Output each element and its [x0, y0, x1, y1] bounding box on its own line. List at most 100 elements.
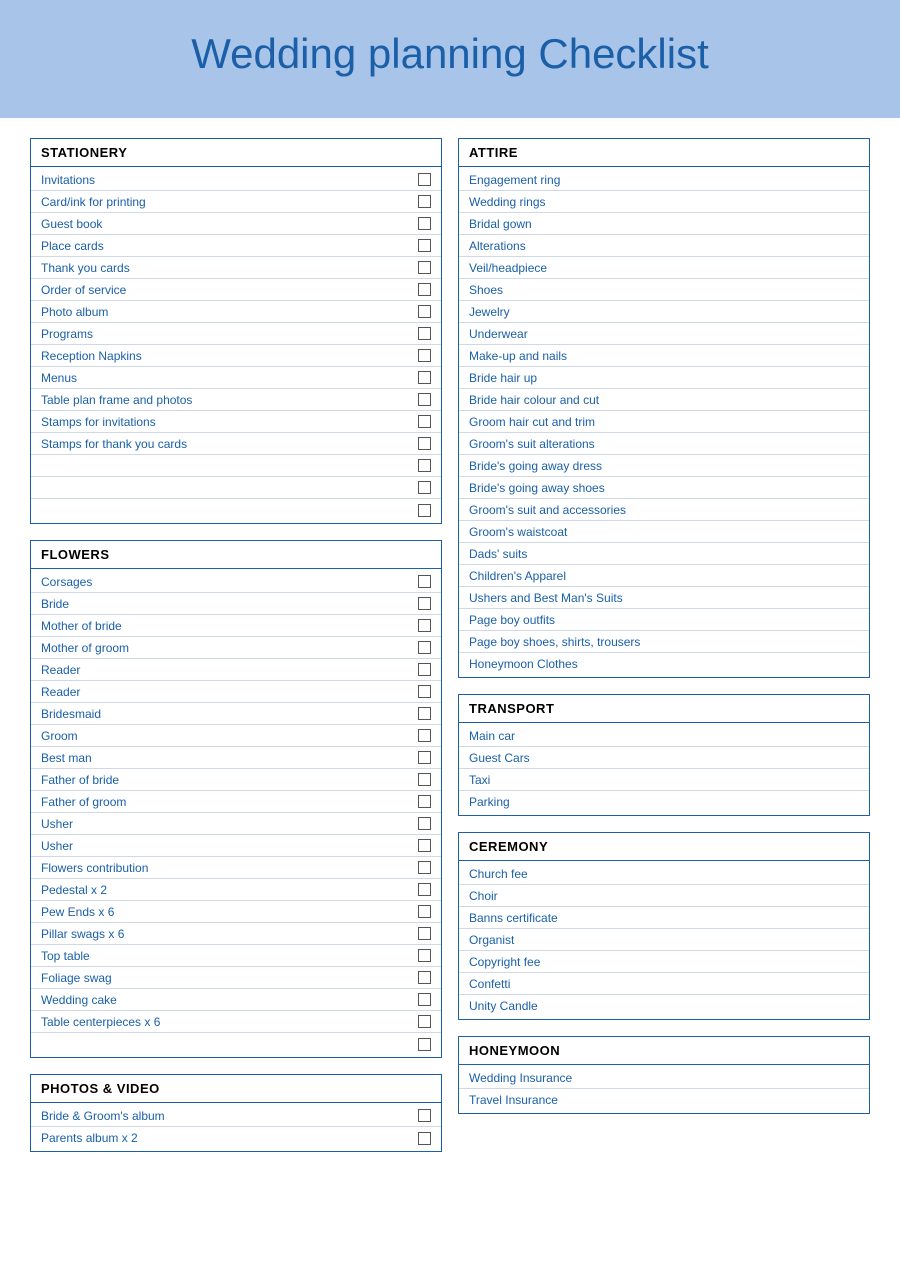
list-item: Bride's going away dress	[459, 455, 869, 477]
section-photos: PHOTOS & VIDEOBride & Groom's albumParen…	[30, 1074, 442, 1152]
list-item: Wedding rings	[459, 191, 869, 213]
item-label: Usher	[41, 817, 410, 831]
item-label: Parents album x 2	[41, 1131, 410, 1145]
item-label: Dads' suits	[469, 547, 859, 561]
list-item: Top table	[31, 945, 441, 967]
checkbox[interactable]	[418, 619, 431, 632]
list-item: Honeymoon Clothes	[459, 653, 869, 675]
list-item: Groom	[31, 725, 441, 747]
section-transport: TRANSPORTMain carGuest CarsTaxiParking	[458, 694, 870, 816]
item-label: Thank you cards	[41, 261, 410, 275]
checkbox[interactable]	[418, 575, 431, 588]
list-item: Guest Cars	[459, 747, 869, 769]
checkbox[interactable]	[418, 685, 431, 698]
item-label: Invitations	[41, 173, 410, 187]
list-item: Copyright fee	[459, 951, 869, 973]
checkbox[interactable]	[418, 905, 431, 918]
list-item: Taxi	[459, 769, 869, 791]
list-item: Stamps for invitations	[31, 411, 441, 433]
checkbox[interactable]	[418, 349, 431, 362]
checkbox[interactable]	[418, 1038, 431, 1051]
checkbox[interactable]	[418, 795, 431, 808]
checkbox[interactable]	[418, 305, 431, 318]
checkbox[interactable]	[418, 641, 431, 654]
section-rows-attire: Engagement ringWedding ringsBridal gownA…	[459, 167, 869, 677]
checkbox[interactable]	[418, 459, 431, 472]
section-header-honeymoon: HONEYMOON	[459, 1037, 869, 1065]
item-label: Bridesmaid	[41, 707, 410, 721]
checkbox[interactable]	[418, 663, 431, 676]
checkbox[interactable]	[418, 393, 431, 406]
section-attire: ATTIREEngagement ringWedding ringsBridal…	[458, 138, 870, 678]
page-title: Wedding planning Checklist	[20, 30, 880, 78]
item-label: Stamps for invitations	[41, 415, 410, 429]
list-item: Underwear	[459, 323, 869, 345]
list-item: Table centerpieces x 6	[31, 1011, 441, 1033]
checkbox[interactable]	[418, 217, 431, 230]
checkbox[interactable]	[418, 729, 431, 742]
checkbox[interactable]	[418, 949, 431, 962]
checkbox[interactable]	[418, 371, 431, 384]
checkbox[interactable]	[418, 327, 431, 340]
checkbox[interactable]	[418, 261, 431, 274]
list-item	[31, 1033, 441, 1055]
item-label: Groom hair cut and trim	[469, 415, 859, 429]
list-item: Thank you cards	[31, 257, 441, 279]
item-label	[41, 481, 410, 495]
checkbox[interactable]	[418, 173, 431, 186]
checkbox[interactable]	[418, 883, 431, 896]
item-label: Pillar swags x 6	[41, 927, 410, 941]
checkbox[interactable]	[418, 283, 431, 296]
checkbox[interactable]	[418, 773, 431, 786]
item-label: Corsages	[41, 575, 410, 589]
checkbox[interactable]	[418, 239, 431, 252]
list-item: Reception Napkins	[31, 345, 441, 367]
list-item: Choir	[459, 885, 869, 907]
checkbox[interactable]	[418, 195, 431, 208]
item-label: Programs	[41, 327, 410, 341]
checkbox[interactable]	[418, 971, 431, 984]
list-item	[31, 455, 441, 477]
checkbox[interactable]	[418, 993, 431, 1006]
item-label: Honeymoon Clothes	[469, 657, 859, 671]
checkbox[interactable]	[418, 481, 431, 494]
item-label: Order of service	[41, 283, 410, 297]
checkbox[interactable]	[418, 817, 431, 830]
section-ceremony: CEREMONYChurch feeChoirBanns certificate…	[458, 832, 870, 1020]
list-item: Card/ink for printing	[31, 191, 441, 213]
checkbox[interactable]	[418, 437, 431, 450]
section-header-attire: ATTIRE	[459, 139, 869, 167]
checkbox[interactable]	[418, 597, 431, 610]
checkbox[interactable]	[418, 707, 431, 720]
left-column: STATIONERYInvitationsCard/ink for printi…	[30, 138, 442, 1152]
checkbox[interactable]	[418, 1132, 431, 1145]
item-label: Photo album	[41, 305, 410, 319]
section-stationery: STATIONERYInvitationsCard/ink for printi…	[30, 138, 442, 524]
checkbox[interactable]	[418, 839, 431, 852]
checkbox[interactable]	[418, 415, 431, 428]
list-item: Foliage swag	[31, 967, 441, 989]
list-item: Alterations	[459, 235, 869, 257]
list-item: Mother of groom	[31, 637, 441, 659]
list-item: Veil/headpiece	[459, 257, 869, 279]
item-label: Table plan frame and photos	[41, 393, 410, 407]
item-label: Bride	[41, 597, 410, 611]
checkbox[interactable]	[418, 1109, 431, 1122]
item-label: Place cards	[41, 239, 410, 253]
item-label: Page boy outfits	[469, 613, 859, 627]
checkbox[interactable]	[418, 861, 431, 874]
item-label: Bridal gown	[469, 217, 859, 231]
checkbox[interactable]	[418, 927, 431, 940]
item-label: Copyright fee	[469, 955, 859, 969]
checkbox[interactable]	[418, 1015, 431, 1028]
item-label: Page boy shoes, shirts, trousers	[469, 635, 859, 649]
list-item: Bride	[31, 593, 441, 615]
page-header: Wedding planning Checklist	[0, 0, 900, 118]
item-label	[41, 1037, 410, 1051]
item-label: Foliage swag	[41, 971, 410, 985]
checkbox[interactable]	[418, 504, 431, 517]
item-label: Reader	[41, 685, 410, 699]
item-label: Father of bride	[41, 773, 410, 787]
item-label: Groom's suit alterations	[469, 437, 859, 451]
checkbox[interactable]	[418, 751, 431, 764]
